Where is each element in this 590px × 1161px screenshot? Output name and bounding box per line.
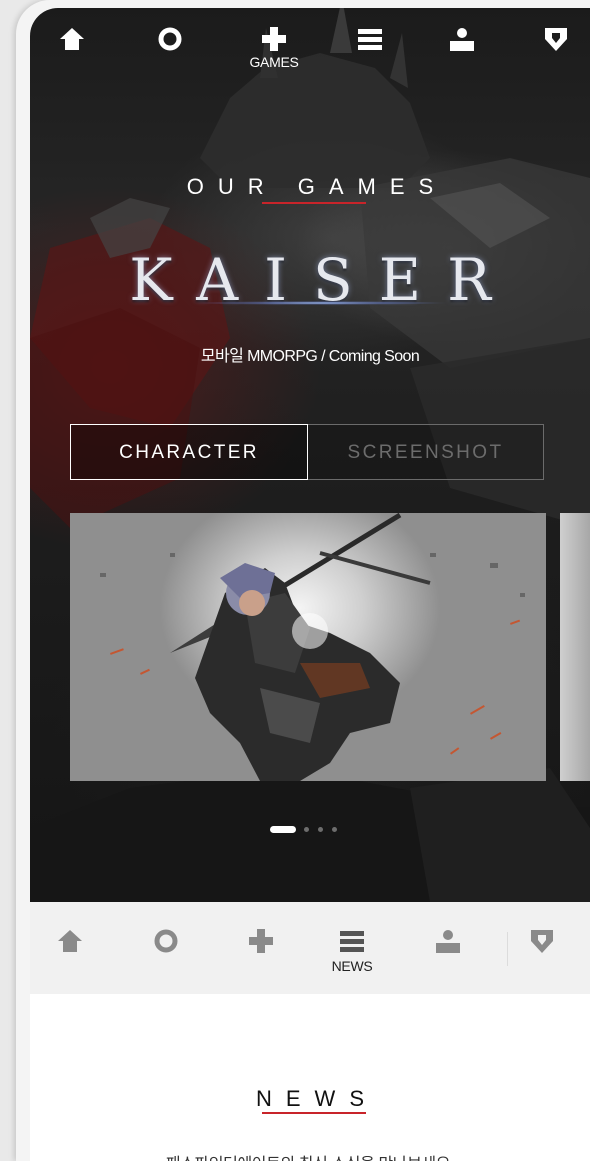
circle-icon — [154, 929, 178, 953]
pagination-dot-active[interactable] — [270, 826, 296, 833]
nav-shield-button[interactable] — [526, 26, 586, 82]
news-section: NEWS 패스파인더에이트의 최신 소식을 만나보세요. — [30, 994, 590, 1161]
title-underline — [262, 202, 366, 204]
nav-home-button[interactable] — [42, 26, 102, 82]
top-nav: GAMES — [30, 8, 590, 88]
tab-screenshot[interactable]: SCREENSHOT — [308, 424, 544, 480]
news-description: 패스파인더에이트의 최신 소식을 만나보세요. — [30, 1150, 590, 1161]
carousel-pagination — [270, 826, 350, 834]
shield-icon — [545, 28, 567, 51]
nav-label-games: GAMES — [249, 54, 299, 70]
screen: GAMES OUR GAMES KAISER 모바일 MMORPG / Comi… — [30, 8, 590, 1161]
next-slide-peek[interactable] — [560, 513, 590, 781]
section-title-our-games: OUR GAMES — [186, 174, 448, 200]
device-frame: GAMES OUR GAMES KAISER 모바일 MMORPG / Comi… — [16, 0, 590, 1161]
nav-home-button[interactable] — [40, 928, 100, 984]
nav-shield-button[interactable] — [512, 928, 572, 984]
pagination-dot[interactable] — [318, 827, 323, 832]
person-icon — [436, 930, 460, 953]
circle-icon — [158, 27, 182, 51]
home-icon — [60, 28, 84, 50]
home-icon — [58, 930, 82, 952]
nav-menu-button[interactable] — [340, 26, 400, 82]
title-underline — [262, 1112, 366, 1114]
person-icon — [450, 28, 474, 51]
pagination-dot[interactable] — [304, 827, 309, 832]
character-slide[interactable] — [70, 513, 546, 781]
character-artwork — [100, 513, 525, 781]
tab-character[interactable]: CHARACTER — [70, 424, 308, 480]
plus-icon — [249, 929, 273, 953]
shield-icon — [531, 930, 553, 953]
nav-circle-button[interactable] — [136, 928, 196, 984]
logo-flare — [190, 301, 450, 305]
nav-games-button[interactable] — [231, 928, 291, 984]
menu-icon — [340, 931, 364, 952]
pagination-dot[interactable] — [332, 827, 337, 832]
nav-person-button[interactable] — [418, 928, 478, 984]
nav-label-news: NEWS — [331, 958, 373, 974]
plus-icon — [262, 27, 286, 51]
game-media-tabs: CHARACTER SCREENSHOT — [70, 424, 544, 482]
game-subtitle: 모바일 MMORPG / Coming Soon — [200, 348, 420, 365]
nav-circle-button[interactable] — [140, 26, 200, 82]
menu-icon — [358, 29, 382, 50]
section-title-news: NEWS — [256, 1086, 378, 1112]
character-carousel[interactable] — [70, 513, 590, 781]
games-hero: GAMES OUR GAMES KAISER 모바일 MMORPG / Comi… — [30, 8, 590, 902]
nav-games-button[interactable]: GAMES — [244, 26, 304, 82]
news-nav: NEWS — [30, 902, 590, 994]
nav-news-button[interactable]: NEWS — [322, 928, 382, 984]
nav-person-button[interactable] — [432, 26, 492, 82]
nav-divider — [507, 932, 508, 966]
